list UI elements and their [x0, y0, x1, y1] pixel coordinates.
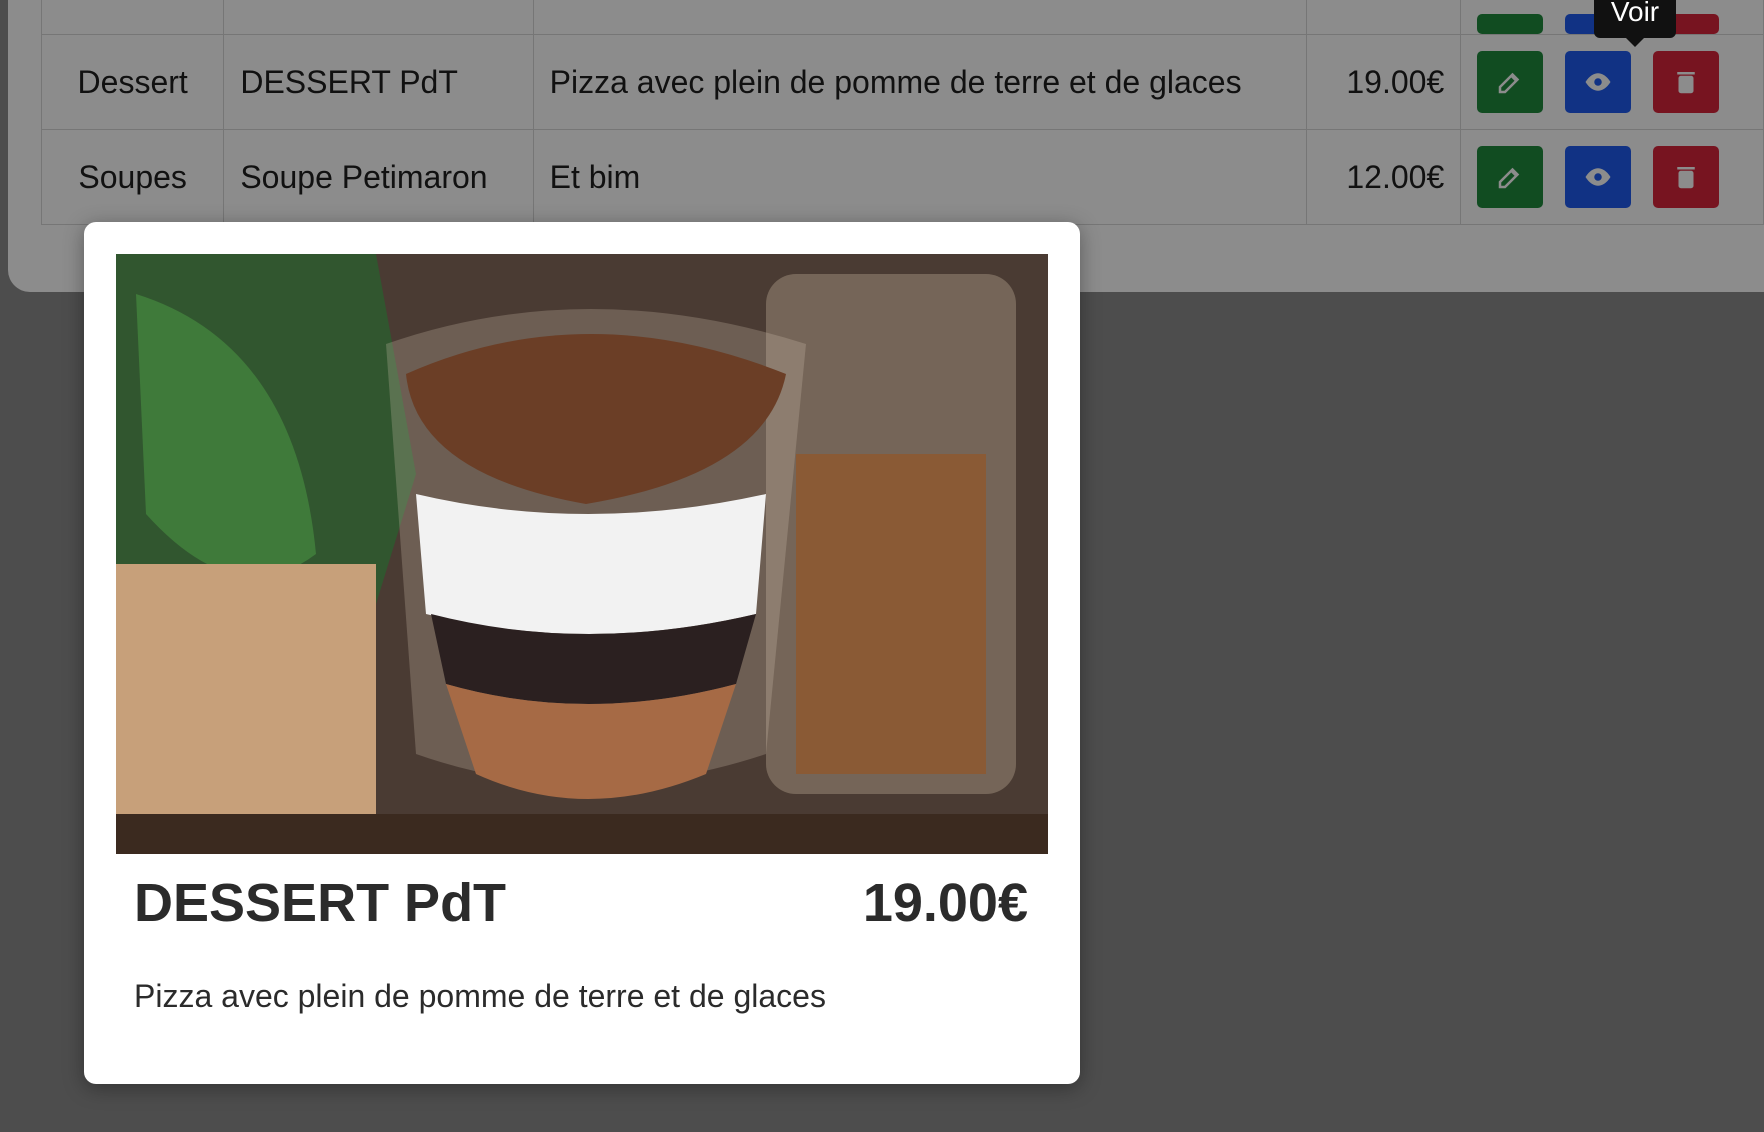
modal-price: 19.00€ [862, 873, 1028, 933]
product-preview-modal: DESSERT PdT 19.00€ Pizza avec plein de p… [84, 222, 1080, 1084]
modal-description: Pizza avec plein de pomme de terre et de… [134, 978, 826, 1014]
view-tooltip: Voir [1594, 0, 1676, 47]
modal-title: DESSERT PdT [134, 873, 507, 933]
dessert-photo [116, 254, 1048, 854]
dessert-photo-illustration [116, 254, 1048, 854]
